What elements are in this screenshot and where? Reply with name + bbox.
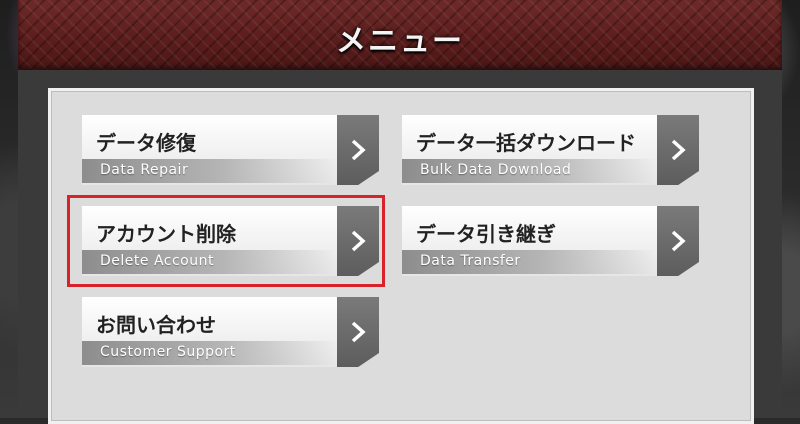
button-label-en: Data Transfer [420, 253, 521, 269]
button-label-jp: データ引き継ぎ [416, 222, 556, 246]
chevron-right-icon [657, 115, 699, 185]
data-transfer-button[interactable]: データ引き継ぎ Data Transfer [402, 206, 699, 276]
menu-header: メニュー [18, 0, 782, 72]
bulk-data-download-button[interactable]: データ一括ダウンロード Bulk Data Download [402, 115, 699, 185]
button-label-jp: お問い合わせ [96, 313, 216, 337]
highlight-box [67, 195, 385, 287]
button-label-jp: データ修復 [96, 131, 196, 155]
button-label-en: Customer Support [100, 344, 236, 360]
page-title: メニュー [336, 24, 464, 59]
data-repair-button[interactable]: データ修復 Data Repair [82, 115, 379, 185]
button-label-en: Data Repair [100, 162, 189, 178]
button-label-jp: データ一括ダウンロード [416, 131, 636, 155]
customer-support-button[interactable]: お問い合わせ Customer Support [82, 297, 379, 367]
chevron-right-icon [657, 206, 699, 276]
chevron-right-icon [337, 297, 379, 367]
button-label-en: Bulk Data Download [420, 162, 572, 178]
chevron-right-icon [337, 115, 379, 185]
